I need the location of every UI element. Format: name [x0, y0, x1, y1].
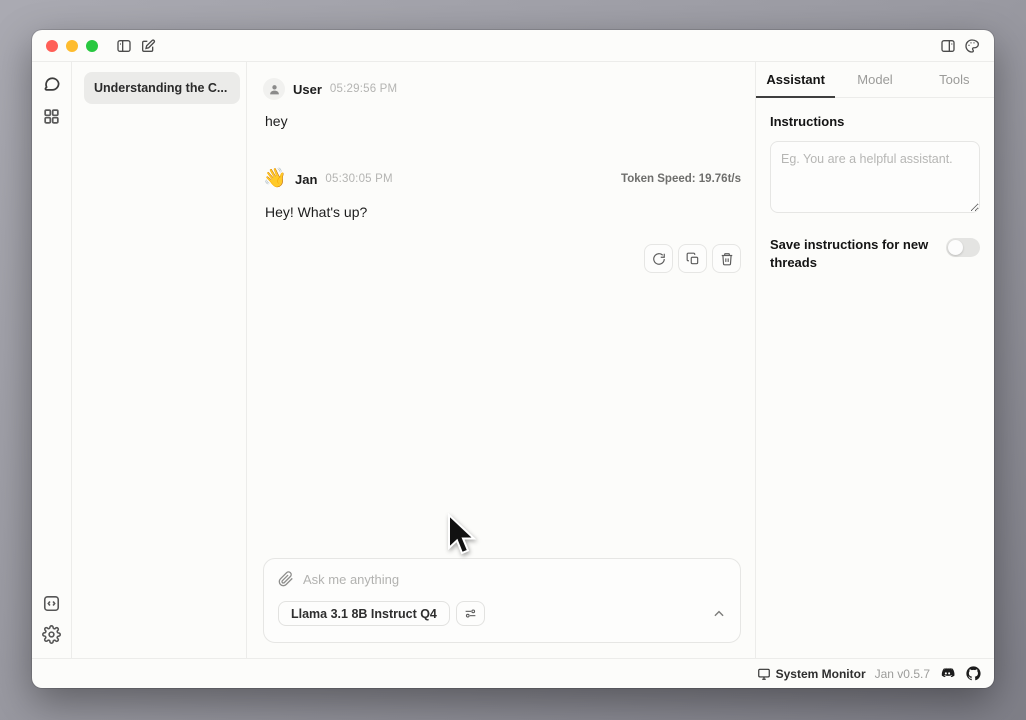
chat-threads-icon[interactable]: [42, 74, 61, 93]
theme-palette-icon[interactable]: [964, 38, 980, 54]
left-icon-strip: [32, 62, 72, 658]
chat-area: User 05:29:56 PM hey 👋 Jan 05:30:05 PM T…: [247, 62, 755, 658]
chat-input-box[interactable]: Ask me anything Llama 3.1 8B Instruct Q4: [263, 558, 741, 643]
traffic-lights: [46, 40, 98, 52]
message-assistant: 👋 Jan 05:30:05 PM Token Speed: 19.76t/s …: [263, 167, 741, 273]
assistant-tab-content: Instructions Save instructions for new t…: [756, 98, 994, 287]
instructions-label: Instructions: [770, 114, 980, 129]
zoom-window-button[interactable]: [86, 40, 98, 52]
message-actions: [263, 244, 741, 273]
discord-icon[interactable]: [939, 665, 956, 682]
close-window-button[interactable]: [46, 40, 58, 52]
tab-label: Assistant: [766, 72, 825, 87]
app-window: Understanding the C... User 05:29:56 PM …: [32, 30, 994, 688]
hub-grid-icon[interactable]: [42, 107, 61, 126]
save-instructions-row: Save instructions for new threads: [770, 236, 980, 271]
panel-left-icon[interactable]: [116, 38, 132, 54]
user-avatar-icon: [263, 78, 285, 100]
model-selected-label: Llama 3.1 8B Instruct Q4: [291, 607, 437, 621]
tab-assistant[interactable]: Assistant: [756, 62, 835, 97]
message-header: 👋 Jan 05:30:05 PM Token Speed: 19.76t/s: [263, 167, 741, 191]
model-selector-button[interactable]: Llama 3.1 8B Instruct Q4: [278, 601, 450, 626]
status-bar: System Monitor Jan v0.5.7: [32, 658, 994, 688]
instructions-textarea[interactable]: [770, 141, 980, 213]
minimize-window-button[interactable]: [66, 40, 78, 52]
model-selector-row: Llama 3.1 8B Instruct Q4: [278, 601, 726, 626]
monitor-icon: [757, 667, 771, 681]
main-row: Understanding the C... User 05:29:56 PM …: [32, 62, 994, 658]
regenerate-button[interactable]: [644, 244, 673, 273]
toggle-knob: [948, 240, 963, 255]
delete-button[interactable]: [712, 244, 741, 273]
local-api-server-icon[interactable]: [42, 594, 61, 613]
model-settings-sliders-icon[interactable]: [456, 601, 485, 626]
message-timestamp: 05:30:05 PM: [325, 173, 392, 185]
message-author: Jan: [295, 172, 317, 187]
github-icon[interactable]: [965, 665, 982, 682]
tab-label: Model: [857, 72, 892, 87]
system-monitor-label: System Monitor: [776, 667, 866, 681]
new-thread-icon[interactable]: [140, 38, 156, 54]
message-timestamp: 05:29:56 PM: [330, 83, 397, 95]
copy-button[interactable]: [678, 244, 707, 273]
thread-list-panel: Understanding the C...: [72, 62, 247, 658]
attachment-paperclip-icon[interactable]: [278, 571, 294, 587]
thread-title: Understanding the C...: [94, 81, 227, 95]
message-author: User: [293, 82, 322, 97]
titlebar: [32, 30, 994, 62]
message-text: hey: [265, 113, 741, 129]
tab-model[interactable]: Model: [835, 62, 914, 97]
chat-input-row: Ask me anything: [278, 571, 726, 587]
message-text: Hey! What's up?: [265, 204, 741, 220]
save-instructions-toggle[interactable]: [946, 238, 980, 257]
tab-label: Tools: [939, 72, 969, 87]
right-panel-tabs: Assistant Model Tools: [756, 62, 994, 98]
right-panel: Assistant Model Tools Instructions Save …: [755, 62, 994, 658]
chat-input-placeholder[interactable]: Ask me anything: [303, 572, 399, 587]
save-instructions-label: Save instructions for new threads: [770, 236, 930, 271]
collapse-chevron-up-icon[interactable]: [712, 607, 726, 621]
tab-tools[interactable]: Tools: [915, 62, 994, 97]
panel-right-icon[interactable]: [940, 38, 956, 54]
app-version: Jan v0.5.7: [875, 667, 930, 681]
system-monitor-button[interactable]: System Monitor: [757, 667, 866, 681]
settings-gear-icon[interactable]: [42, 625, 61, 644]
message-header: User 05:29:56 PM: [263, 78, 741, 100]
message-user: User 05:29:56 PM hey: [263, 78, 741, 129]
token-speed: Token Speed: 19.76t/s: [621, 173, 741, 185]
jan-wave-avatar: 👋: [263, 167, 287, 191]
thread-item-selected[interactable]: Understanding the C...: [84, 72, 240, 104]
